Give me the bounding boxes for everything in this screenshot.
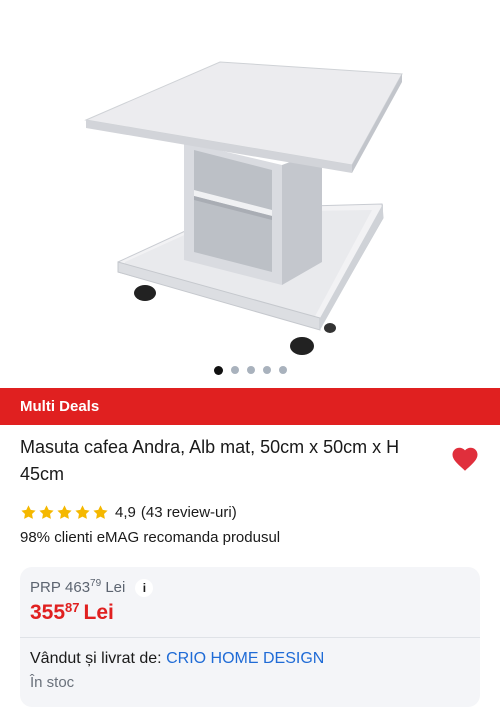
info-icon[interactable]: i [135,579,154,597]
gallery-dot[interactable] [278,366,287,374]
price-dec: 87 [65,600,80,615]
rating-value: 4,9 [115,504,136,521]
product-image [84,61,403,355]
star-icon [93,505,108,519]
seller-label: Vândut și livrat de: [30,650,162,667]
price-card: PRP 463 79 Lei i 355 87 Lei Vândut și livra… [20,567,480,707]
star-icon [21,505,36,519]
rating-stars [20,504,109,521]
prp-price: PRP 463 79 Lei i [30,578,154,597]
multi-deals-label: Multi Deals [20,398,100,415]
current-price: 355 87 Lei [30,600,114,625]
gallery-dot[interactable] [230,366,239,374]
star-icon [57,505,72,519]
product-title-row: Masuta cafea Andra, Alb mat, 50cm x 50cm… [20,434,480,488]
divider [20,637,480,638]
stock-status: În stoc [30,674,75,691]
gallery-dot[interactable] [262,366,271,374]
prp-int: 463 [65,579,91,596]
price-int: 355 [30,601,66,624]
product-gallery[interactable] [0,0,500,388]
star-icon [39,505,54,519]
review-count[interactable]: (43 review-uri) [141,504,237,521]
heart-icon [452,447,478,471]
gallery-dot[interactable] [246,366,255,374]
product-title: Masuta cafea Andra, Alb mat, 50cm x 50cm… [20,437,400,484]
favorite-button[interactable] [450,444,480,474]
star-icon [75,505,90,519]
prp-currency: Lei [105,579,126,596]
rating-row[interactable]: 4,9 (43 review-uri) [20,504,237,521]
gallery-dot[interactable] [213,365,223,375]
prp-label: PRP [30,579,61,596]
multi-deals-banner[interactable]: Multi Deals [0,388,500,425]
gallery-pagination[interactable] [0,365,500,375]
recommend-text: 98% clienti eMAG recomanda produsul [20,529,281,546]
price-currency: Lei [83,601,114,624]
prp-dec: 79 [90,578,102,589]
seller-link[interactable]: CRIO HOME DESIGN [166,650,324,667]
seller-info: Vândut și livrat de: CRIO HOME DESIGN [30,650,324,668]
